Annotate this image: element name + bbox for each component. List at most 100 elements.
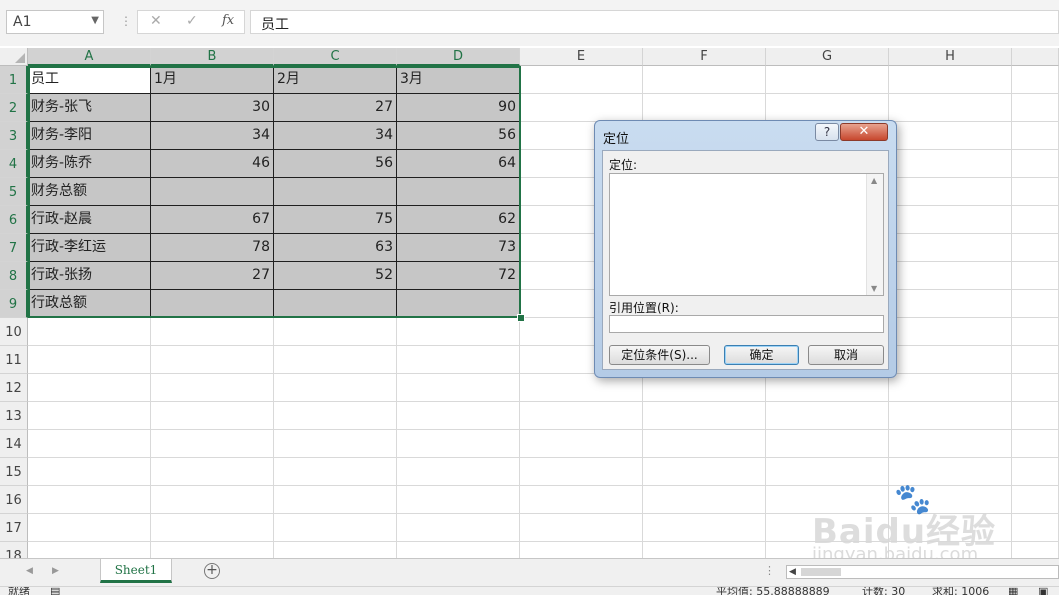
cell-f18[interactable] — [643, 542, 766, 558]
cell-overflow[interactable] — [1012, 318, 1059, 346]
chevron-down-icon[interactable]: ▼ — [91, 15, 99, 26]
cell-h5[interactable] — [889, 178, 1012, 206]
row-header-11[interactable]: 11 — [0, 346, 28, 374]
column-header-g[interactable]: G — [766, 48, 889, 66]
formula-input[interactable]: 员工 — [250, 10, 1059, 34]
cell-h14[interactable] — [889, 430, 1012, 458]
function-icon[interactable]: fx — [222, 13, 234, 28]
scroll-up-icon[interactable]: ▲ — [871, 176, 877, 185]
cell-b9[interactable] — [151, 290, 274, 318]
cell-overflow[interactable] — [1012, 66, 1059, 94]
cell-overflow[interactable] — [1012, 346, 1059, 374]
cell-a1[interactable]: 员工 — [28, 66, 151, 94]
cell-b12[interactable] — [151, 374, 274, 402]
cell-overflow[interactable] — [1012, 430, 1059, 458]
cell-a2[interactable]: 财务-张飞 — [28, 94, 151, 122]
cell-g16[interactable] — [766, 486, 889, 514]
help-icon[interactable]: ? — [815, 123, 839, 141]
cell-c17[interactable] — [274, 514, 397, 542]
row-header-13[interactable]: 13 — [0, 402, 28, 430]
normal-view-icon[interactable]: ▦ — [1008, 587, 1018, 595]
row-header-14[interactable]: 14 — [0, 430, 28, 458]
enter-icon[interactable]: ✓ — [186, 13, 198, 29]
cell-g12[interactable] — [766, 374, 889, 402]
cell-c2[interactable]: 27 — [274, 94, 397, 122]
cell-c3[interactable]: 34 — [274, 122, 397, 150]
cell-c8[interactable]: 52 — [274, 262, 397, 290]
horizontal-scrollbar[interactable]: ◀ — [786, 565, 1059, 579]
cell-h3[interactable] — [889, 122, 1012, 150]
cell-e12[interactable] — [520, 374, 643, 402]
cell-overflow[interactable] — [1012, 122, 1059, 150]
cell-b18[interactable] — [151, 542, 274, 558]
row-header-18[interactable]: 18 — [0, 542, 28, 558]
cell-d13[interactable] — [397, 402, 520, 430]
select-all-corner[interactable] — [0, 48, 28, 66]
macro-record-icon[interactable]: ▤ — [50, 587, 60, 595]
cell-b11[interactable] — [151, 346, 274, 374]
cell-e18[interactable] — [520, 542, 643, 558]
column-header-d[interactable]: D — [397, 48, 520, 66]
cell-g18[interactable] — [766, 542, 889, 558]
row-header-9[interactable]: 9 — [0, 290, 28, 318]
cell-b14[interactable] — [151, 430, 274, 458]
cell-c16[interactable] — [274, 486, 397, 514]
cell-c12[interactable] — [274, 374, 397, 402]
goto-list[interactable]: ▲ ▼ — [609, 173, 884, 296]
cell-a8[interactable]: 行政-张扬 — [28, 262, 151, 290]
cell-e17[interactable] — [520, 514, 643, 542]
name-box[interactable]: A1 ▼ — [6, 10, 104, 34]
row-header-5[interactable]: 5 — [0, 178, 28, 206]
cell-f17[interactable] — [643, 514, 766, 542]
cell-overflow[interactable] — [1012, 542, 1059, 558]
cell-g13[interactable] — [766, 402, 889, 430]
cell-d10[interactable] — [397, 318, 520, 346]
cell-overflow[interactable] — [1012, 402, 1059, 430]
cell-a5[interactable]: 财务总额 — [28, 178, 151, 206]
cell-e1[interactable] — [520, 66, 643, 94]
cell-overflow[interactable] — [1012, 262, 1059, 290]
row-header-4[interactable]: 4 — [0, 150, 28, 178]
cell-a18[interactable] — [28, 542, 151, 558]
scroll-left-arrow-icon[interactable]: ◀ — [789, 566, 796, 578]
cell-d15[interactable] — [397, 458, 520, 486]
ok-button[interactable]: 确定 — [724, 345, 799, 365]
cell-b17[interactable] — [151, 514, 274, 542]
cell-h8[interactable] — [889, 262, 1012, 290]
cell-a4[interactable]: 财务-陈乔 — [28, 150, 151, 178]
column-header-f[interactable]: F — [643, 48, 766, 66]
cell-d2[interactable]: 90 — [397, 94, 520, 122]
cell-c1[interactable]: 2月 — [274, 66, 397, 94]
cell-a6[interactable]: 行政-赵晨 — [28, 206, 151, 234]
cell-c13[interactable] — [274, 402, 397, 430]
cell-g14[interactable] — [766, 430, 889, 458]
cell-h16[interactable] — [889, 486, 1012, 514]
cell-c5[interactable] — [274, 178, 397, 206]
cell-overflow[interactable] — [1012, 150, 1059, 178]
cell-d3[interactable]: 56 — [397, 122, 520, 150]
cell-h11[interactable] — [889, 346, 1012, 374]
tab-splitter[interactable]: ⋮ — [764, 564, 775, 577]
special-button[interactable]: 定位条件(S)... — [609, 345, 710, 365]
cell-b16[interactable] — [151, 486, 274, 514]
cell-a3[interactable]: 财务-李阳 — [28, 122, 151, 150]
cell-d11[interactable] — [397, 346, 520, 374]
scroll-left-icon[interactable]: ◀ — [26, 566, 33, 576]
column-header-c[interactable]: C — [274, 48, 397, 66]
cell-a16[interactable] — [28, 486, 151, 514]
cancel-icon[interactable]: ✕ — [150, 13, 162, 29]
cell-f14[interactable] — [643, 430, 766, 458]
row-header-17[interactable]: 17 — [0, 514, 28, 542]
cell-d4[interactable]: 64 — [397, 150, 520, 178]
cancel-button[interactable]: 取消 — [808, 345, 884, 365]
row-header-2[interactable]: 2 — [0, 94, 28, 122]
cell-overflow[interactable] — [1012, 206, 1059, 234]
cell-a11[interactable] — [28, 346, 151, 374]
cell-g1[interactable] — [766, 66, 889, 94]
column-header-e[interactable]: E — [520, 48, 643, 66]
cell-f16[interactable] — [643, 486, 766, 514]
reference-input[interactable] — [609, 315, 884, 333]
cell-h7[interactable] — [889, 234, 1012, 262]
cell-h15[interactable] — [889, 458, 1012, 486]
cell-c10[interactable] — [274, 318, 397, 346]
